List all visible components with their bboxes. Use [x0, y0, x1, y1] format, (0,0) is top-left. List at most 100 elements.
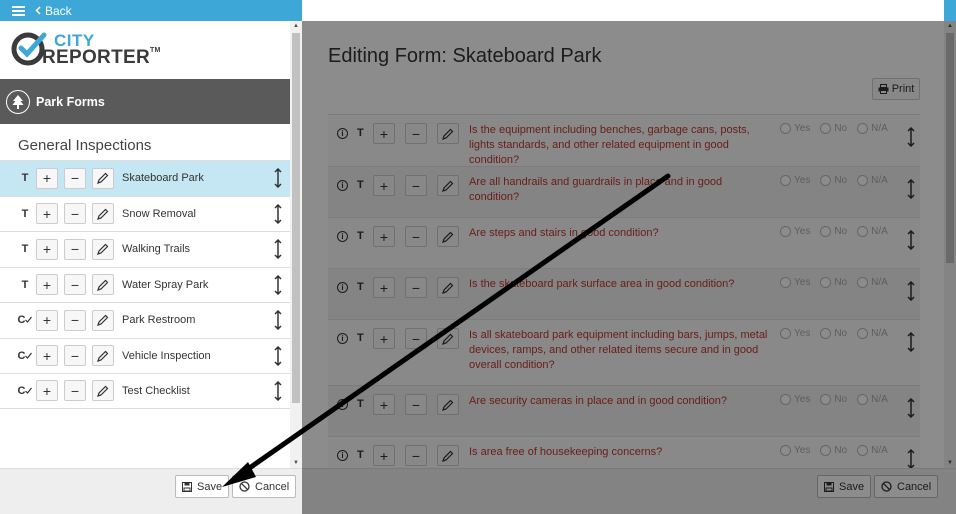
- reorder-handle[interactable]: [274, 380, 282, 402]
- reorder-handle[interactable]: [274, 309, 282, 331]
- answer-option[interactable]: No: [820, 277, 847, 288]
- main-save-button[interactable]: Save: [817, 475, 872, 498]
- remove-button[interactable]: −: [64, 345, 86, 367]
- remove-button[interactable]: −: [64, 380, 86, 402]
- add-button[interactable]: +: [36, 167, 58, 189]
- edit-button[interactable]: [92, 309, 114, 331]
- answer-option[interactable]: Yes: [780, 445, 810, 456]
- add-button[interactable]: +: [373, 277, 395, 298]
- answer-option[interactable]: Yes: [780, 123, 810, 134]
- main-cancel-button[interactable]: Cancel: [874, 475, 939, 498]
- info-icon[interactable]: i: [337, 450, 348, 461]
- answer-option[interactable]: No: [820, 394, 847, 405]
- edit-button[interactable]: [92, 167, 114, 189]
- back-link[interactable]: Back: [35, 4, 72, 18]
- answer-option[interactable]: Yes: [780, 277, 810, 288]
- reorder-handle[interactable]: [907, 126, 915, 148]
- remove-button[interactable]: −: [64, 274, 86, 296]
- info-icon[interactable]: i: [337, 282, 348, 293]
- form-list-item[interactable]: T + − Snow Removal: [0, 195, 290, 232]
- left-scrollbar[interactable]: ▲ ▼: [290, 21, 302, 468]
- form-list-item[interactable]: T + − Skateboard Park: [0, 160, 290, 196]
- remove-button[interactable]: −: [405, 445, 427, 466]
- edit-button[interactable]: [92, 238, 114, 260]
- reorder-handle[interactable]: [274, 167, 282, 189]
- reorder-handle[interactable]: [274, 345, 282, 366]
- add-button[interactable]: +: [36, 309, 58, 331]
- edit-button[interactable]: [92, 274, 114, 296]
- right-scrollbar[interactable]: ▲ ▼: [944, 21, 956, 468]
- edit-button[interactable]: [92, 203, 114, 225]
- add-button[interactable]: +: [36, 380, 58, 402]
- info-icon[interactable]: i: [337, 333, 348, 344]
- scroll-up-icon[interactable]: ▲: [944, 23, 956, 29]
- answer-option[interactable]: N/A: [857, 445, 888, 456]
- add-button[interactable]: +: [36, 345, 58, 367]
- reorder-handle[interactable]: [907, 178, 915, 200]
- form-list-item[interactable]: C + − Vehicle Inspection: [0, 337, 290, 374]
- print-button[interactable]: Print: [872, 78, 920, 100]
- edit-button[interactable]: [437, 328, 459, 349]
- answer-option[interactable]: Yes: [780, 394, 810, 405]
- info-icon[interactable]: i: [337, 128, 348, 139]
- reorder-handle[interactable]: [274, 274, 282, 295]
- cancel-button[interactable]: Cancel: [232, 475, 297, 498]
- answer-option[interactable]: No: [820, 226, 847, 237]
- edit-button[interactable]: [92, 345, 114, 367]
- save-button[interactable]: Save: [175, 475, 230, 498]
- add-button[interactable]: +: [373, 123, 395, 144]
- form-list-item[interactable]: C + − Park Restroom: [0, 302, 290, 338]
- remove-button[interactable]: −: [405, 277, 427, 298]
- answer-option[interactable]: N/A: [857, 175, 888, 186]
- answer-option[interactable]: N/A: [857, 226, 888, 237]
- edit-button[interactable]: [92, 380, 114, 402]
- answer-option[interactable]: N/A: [857, 328, 888, 339]
- remove-button[interactable]: −: [405, 226, 427, 247]
- reorder-handle[interactable]: [907, 280, 915, 302]
- remove-button[interactable]: −: [405, 394, 427, 415]
- answer-option[interactable]: N/A: [857, 277, 888, 288]
- info-icon[interactable]: i: [337, 399, 348, 410]
- add-button[interactable]: +: [36, 238, 58, 260]
- remove-button[interactable]: −: [405, 123, 427, 144]
- help-link[interactable]: ? Help: [302, 4, 341, 18]
- info-icon[interactable]: i: [337, 180, 348, 191]
- answer-option[interactable]: No: [820, 445, 847, 456]
- add-button[interactable]: +: [373, 394, 395, 415]
- edit-button[interactable]: [437, 123, 459, 144]
- edit-button[interactable]: [437, 394, 459, 415]
- form-list-item[interactable]: T + − Water Spray Park: [0, 266, 290, 303]
- form-list-item[interactable]: T + − Walking Trails: [0, 231, 290, 267]
- answer-option[interactable]: Yes: [780, 226, 810, 237]
- reorder-handle[interactable]: [274, 238, 282, 260]
- hamburger-menu-icon[interactable]: [12, 5, 25, 16]
- answer-option[interactable]: No: [820, 175, 847, 186]
- answer-option[interactable]: N/A: [857, 394, 888, 405]
- answer-option[interactable]: No: [820, 123, 847, 134]
- scroll-down-icon[interactable]: ▼: [290, 460, 302, 466]
- edit-button[interactable]: [437, 277, 459, 298]
- reorder-handle[interactable]: [907, 331, 915, 353]
- logout-link[interactable]: Logout: [352, 4, 403, 18]
- reorder-handle[interactable]: [907, 397, 915, 419]
- right-scroll-thumb[interactable]: [946, 33, 954, 263]
- add-button[interactable]: +: [36, 203, 58, 225]
- answer-option[interactable]: Yes: [780, 175, 810, 186]
- left-scroll-thumb[interactable]: [292, 33, 300, 403]
- remove-button[interactable]: −: [64, 238, 86, 260]
- remove-button[interactable]: −: [405, 328, 427, 349]
- remove-button[interactable]: −: [405, 175, 427, 196]
- answer-option[interactable]: N/A: [857, 123, 888, 134]
- edit-button[interactable]: [437, 175, 459, 196]
- add-button[interactable]: +: [36, 274, 58, 296]
- answer-option[interactable]: Yes: [780, 328, 810, 339]
- answer-option[interactable]: No: [820, 328, 847, 339]
- reorder-handle[interactable]: [274, 203, 282, 224]
- form-list-item[interactable]: C + − Test Checklist: [0, 373, 290, 409]
- edit-button[interactable]: [437, 445, 459, 466]
- reorder-handle[interactable]: [907, 448, 915, 468]
- add-button[interactable]: +: [373, 226, 395, 247]
- remove-button[interactable]: −: [64, 167, 86, 189]
- add-button[interactable]: +: [373, 445, 395, 466]
- edit-button[interactable]: [437, 226, 459, 247]
